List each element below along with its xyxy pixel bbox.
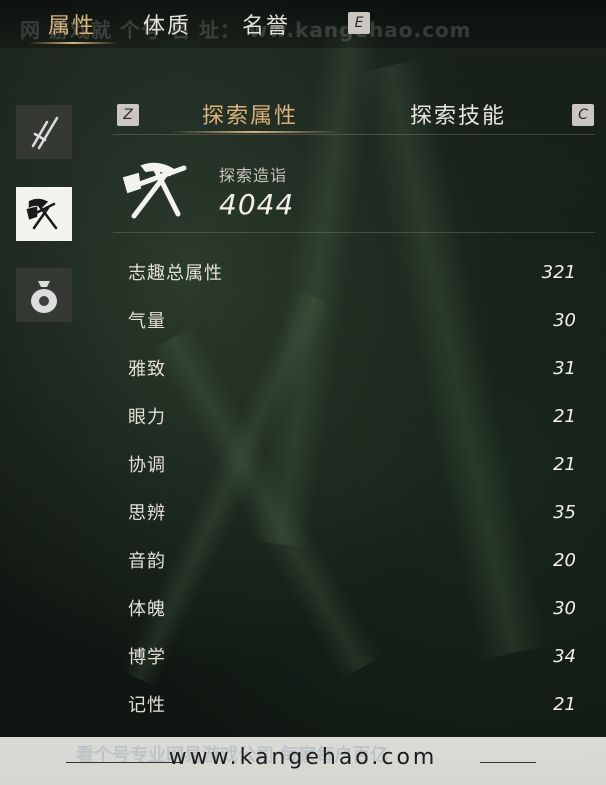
sidebar-item-combat[interactable] (16, 105, 72, 159)
stat-name: 气量 (128, 311, 166, 332)
sword-icon (31, 116, 59, 150)
stat-name: 记性 (128, 695, 166, 716)
footer-watermark-url: www.kangehao.com (168, 745, 438, 770)
stat-value: 31 (553, 357, 576, 379)
stat-row-perception: 眼力 21 (128, 400, 576, 432)
summary-divider (113, 232, 595, 233)
next-subtab-key-hint: C (572, 104, 594, 126)
exploration-mastery-label: 探索造诣 (219, 166, 288, 185)
stat-value: 35 (553, 501, 576, 523)
stat-row-erudition: 博学 34 (128, 640, 576, 672)
stat-value: 21 (553, 693, 576, 715)
stat-value: 30 (553, 597, 576, 619)
stat-value: 321 (541, 261, 576, 283)
stat-name: 思辨 (128, 503, 166, 524)
tab-reputation[interactable]: 名誉 (242, 8, 290, 40)
stat-name: 眼力 (128, 407, 166, 428)
stat-name: 体魄 (128, 599, 166, 620)
tab-exploration-skills[interactable]: 探索技能 (410, 98, 506, 130)
stat-name: 雅致 (128, 359, 166, 380)
stat-value: 30 (553, 309, 576, 331)
tab-attributes-underline (28, 42, 118, 44)
tab-constitution[interactable]: 体质 (143, 8, 191, 40)
stat-row-rhythm: 音韵 20 (128, 544, 576, 576)
subtab-divider (113, 134, 595, 135)
stat-row-magnanimity: 气量 30 (128, 304, 576, 336)
sidebar-item-wealth[interactable] (16, 268, 72, 322)
subtab-active-underline (170, 131, 340, 133)
tab-attributes[interactable]: 属性 (48, 8, 96, 40)
stat-value: 20 (553, 549, 576, 571)
sidebar-item-exploration[interactable] (16, 187, 72, 241)
stat-row-elegance: 雅致 31 (128, 352, 576, 384)
stat-row-total-interest: 志趣总属性 321 (128, 256, 576, 288)
exploration-mastery-value: 4044 (219, 188, 295, 221)
stat-name: 志趣总属性 (128, 263, 223, 284)
stat-row-physique: 体魄 30 (128, 592, 576, 624)
stat-value: 21 (553, 453, 576, 475)
attributes-screen: 网 游戏就 个号 名 址： ww.kangehao.com 属性 体质 名誉 E (0, 0, 606, 785)
stat-name: 博学 (128, 647, 166, 668)
pickaxe-shovel-icon (122, 162, 187, 219)
prev-subtab-key-hint: Z (117, 104, 139, 126)
stat-row-memory: 记性 21 (128, 688, 576, 720)
stat-row-reasoning: 思辨 35 (128, 496, 576, 528)
tab-exploration-attributes[interactable]: 探索属性 (202, 98, 298, 130)
money-bag-icon (31, 281, 57, 313)
stat-name: 音韵 (128, 551, 166, 572)
next-tab-key-hint: E (348, 12, 370, 34)
stat-value: 34 (553, 645, 576, 667)
stat-row-coordination: 协调 21 (128, 448, 576, 480)
stat-name: 协调 (128, 455, 166, 476)
pickaxe-shovel-icon (26, 198, 58, 230)
stat-value: 21 (553, 405, 576, 427)
